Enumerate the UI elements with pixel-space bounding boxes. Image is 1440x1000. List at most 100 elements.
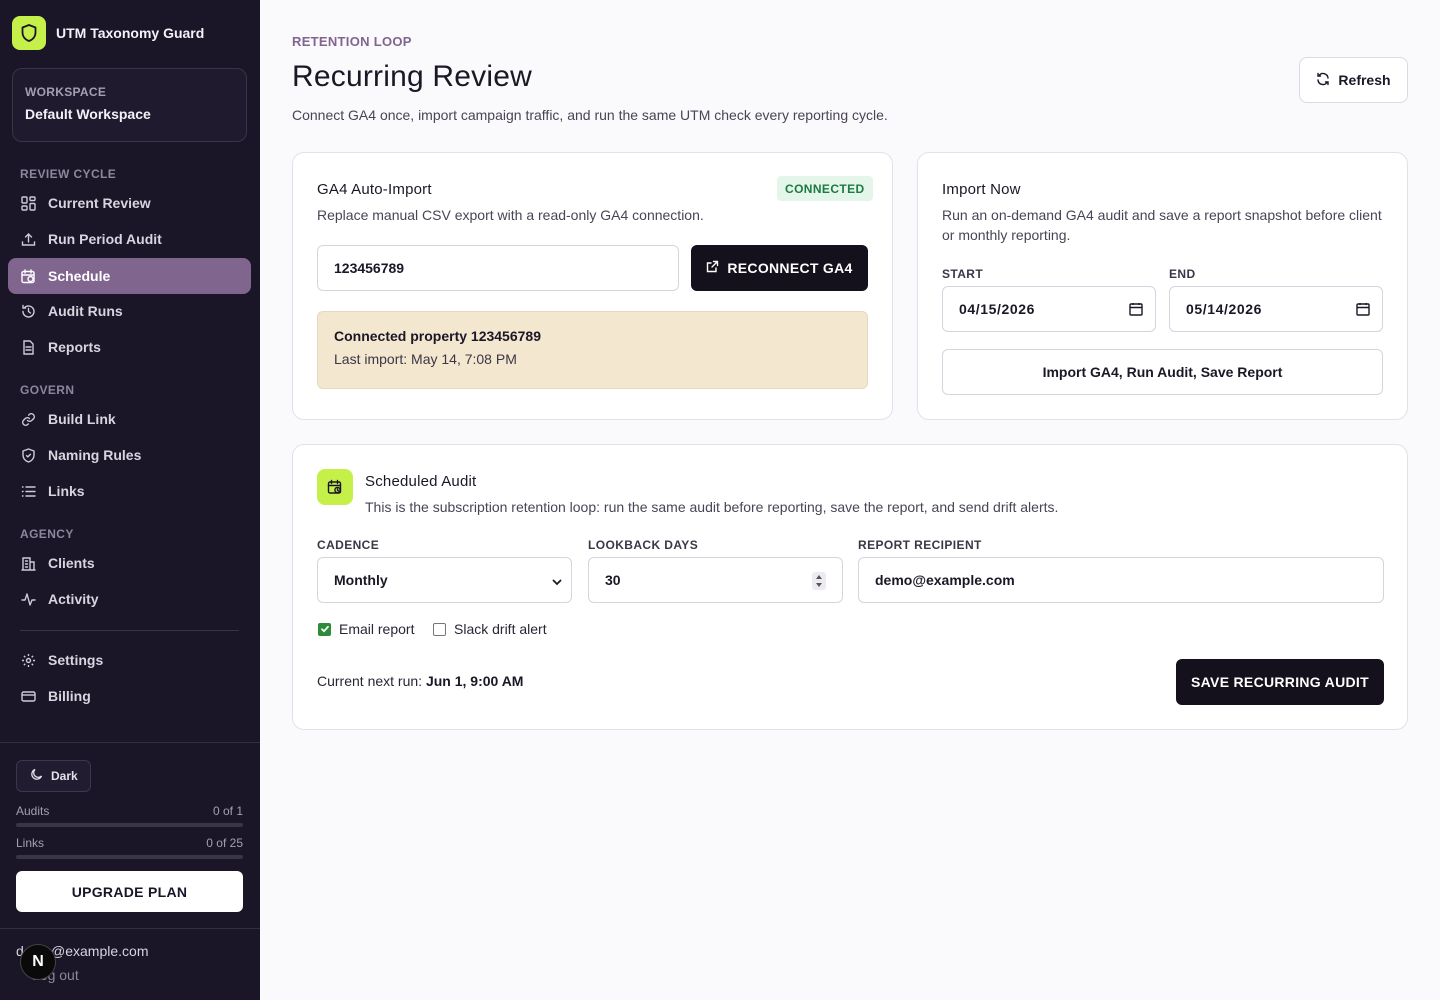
recipient-label: REPORT RECIPIENT bbox=[858, 538, 982, 552]
cadence-value: Monthly bbox=[334, 572, 388, 588]
sidebar-item-label: Settings bbox=[48, 652, 104, 668]
sidebar-item-schedule[interactable]: Schedule bbox=[8, 258, 251, 294]
workspace-switcher[interactable]: WORKSPACE Default Workspace bbox=[12, 68, 247, 142]
start-date-input[interactable]: 04/15/2026 bbox=[942, 286, 1156, 332]
upgrade-plan-button[interactable]: UPGRADE PLAN bbox=[16, 871, 243, 912]
building-icon bbox=[20, 555, 36, 571]
reconnect-ga4-button[interactable]: RECONNECT GA4 bbox=[691, 245, 868, 291]
sidebar-item-label: Billing bbox=[48, 688, 91, 704]
sidebar-item-label: Reports bbox=[48, 339, 101, 355]
gear-icon bbox=[20, 652, 36, 668]
page-subtitle: Connect GA4 once, import campaign traffi… bbox=[292, 107, 888, 123]
refresh-button[interactable]: Refresh bbox=[1299, 57, 1408, 103]
sidebar-item-settings[interactable]: Settings bbox=[8, 642, 251, 678]
lookback-value: 30 bbox=[605, 572, 621, 588]
end-date-input[interactable]: 05/14/2026 bbox=[1169, 286, 1383, 332]
sidebar-item-reports[interactable]: Reports bbox=[8, 329, 251, 365]
connection-info-box: Connected property 123456789 Last import… bbox=[317, 311, 868, 389]
end-date-label: END bbox=[1169, 267, 1196, 281]
sidebar-item-label: Clients bbox=[48, 555, 95, 571]
email-report-checkbox[interactable]: Email report bbox=[318, 621, 414, 637]
sidebar: UTM Taxonomy Guard WORKSPACE Default Wor… bbox=[0, 0, 260, 1000]
brand[interactable]: UTM Taxonomy Guard bbox=[12, 16, 204, 50]
nav-section-review-cycle: REVIEW CYCLE bbox=[20, 167, 117, 181]
sidebar-item-clients[interactable]: Clients bbox=[8, 545, 251, 581]
cadence-select[interactable]: Monthly bbox=[317, 557, 572, 603]
sidebar-item-label: Audit Runs bbox=[48, 303, 123, 319]
links-usage: Links 0 of 25 bbox=[16, 836, 243, 850]
slack-drift-alert-checkbox[interactable]: Slack drift alert bbox=[433, 621, 547, 637]
ga4-card-title: GA4 Auto-Import bbox=[317, 181, 432, 198]
audits-label: Audits bbox=[16, 804, 50, 818]
start-date-value: 04/15/2026 bbox=[959, 301, 1036, 317]
sidebar-item-billing[interactable]: Billing bbox=[8, 678, 251, 714]
scheduled-audit-title: Scheduled Audit bbox=[365, 473, 477, 490]
sidebar-item-label: Run Period Audit bbox=[48, 231, 162, 247]
sidebar-item-naming-rules[interactable]: Naming Rules bbox=[8, 437, 251, 473]
links-value: 0 of 25 bbox=[206, 836, 243, 850]
reconnect-label: RECONNECT GA4 bbox=[727, 260, 853, 276]
page-title: Recurring Review bbox=[292, 60, 532, 93]
number-stepper-icon[interactable] bbox=[812, 572, 826, 590]
next-run-value: Jun 1, 9:00 AM bbox=[425, 673, 524, 689]
links-progress-bar bbox=[16, 855, 243, 859]
external-link-icon bbox=[706, 260, 719, 276]
import-run-save-button[interactable]: Import GA4, Run Audit, Save Report bbox=[942, 349, 1383, 395]
import-now-title: Import Now bbox=[942, 181, 1021, 198]
checkbox-checked-icon bbox=[318, 622, 331, 636]
sidebar-item-audit-runs[interactable]: Audit Runs bbox=[8, 293, 251, 329]
activity-icon bbox=[20, 591, 36, 607]
calendar-icon bbox=[1129, 302, 1143, 316]
brand-name: UTM Taxonomy Guard bbox=[56, 25, 205, 41]
ga4-property-input[interactable]: 123456789 bbox=[317, 245, 679, 291]
theme-label: Dark bbox=[51, 769, 78, 783]
grid-icon bbox=[20, 195, 36, 211]
next-run-prefix: Current next run: bbox=[317, 673, 423, 689]
next-run-text: Current next run: Jun 1, 9:00 AM bbox=[317, 673, 523, 689]
sidebar-item-label: Build Link bbox=[48, 411, 116, 427]
start-date-label: START bbox=[942, 267, 984, 281]
ga4-auto-import-card: GA4 Auto-Import CONNECTED Replace manual… bbox=[292, 152, 893, 420]
refresh-icon bbox=[1316, 72, 1330, 89]
end-date-value: 05/14/2026 bbox=[1186, 301, 1263, 317]
sidebar-item-label: Schedule bbox=[48, 268, 111, 284]
email-report-label: Email report bbox=[339, 621, 415, 637]
audits-usage: Audits 0 of 1 bbox=[16, 804, 243, 818]
connected-property: Connected property 123456789 bbox=[334, 328, 541, 344]
sidebar-item-links[interactable]: Links bbox=[8, 473, 251, 509]
last-import: Last import: May 14, 7:08 PM bbox=[334, 351, 517, 367]
calendar-icon bbox=[1356, 302, 1370, 316]
links-label: Links bbox=[16, 836, 45, 850]
sidebar-item-build-link[interactable]: Build Link bbox=[8, 401, 251, 437]
scheduled-audit-card: Scheduled Audit This is the subscription… bbox=[292, 444, 1408, 730]
sidebar-item-label: Links bbox=[48, 483, 85, 499]
chevron-down-icon bbox=[551, 575, 563, 591]
shield-icon bbox=[20, 447, 36, 463]
list-icon bbox=[20, 483, 36, 499]
page-eyebrow: RETENTION LOOP bbox=[292, 34, 412, 49]
report-recipient-input[interactable]: demo@example.com bbox=[858, 557, 1384, 603]
history-icon bbox=[20, 303, 36, 319]
workspace-name: Default Workspace bbox=[25, 106, 151, 122]
save-recurring-audit-button[interactable]: SAVE RECURRING AUDIT bbox=[1176, 659, 1384, 705]
lookback-days-input[interactable]: 30 bbox=[588, 557, 843, 603]
lookback-label: LOOKBACK DAYS bbox=[588, 538, 699, 552]
sidebar-item-label: Naming Rules bbox=[48, 447, 142, 463]
import-now-description: Run an on-demand GA4 audit and save a re… bbox=[942, 207, 1382, 243]
ga4-card-description: Replace manual CSV export with a read-on… bbox=[317, 207, 704, 223]
checkbox-unchecked-icon bbox=[433, 622, 446, 636]
sidebar-item-label: Current Review bbox=[48, 195, 151, 211]
dev-tools-badge[interactable]: N bbox=[20, 944, 56, 980]
moon-icon bbox=[30, 768, 43, 784]
slack-drift-alert-label: Slack drift alert bbox=[454, 621, 547, 637]
calendar-clock-icon bbox=[20, 268, 36, 284]
sidebar-item-current-review[interactable]: Current Review bbox=[8, 185, 251, 221]
sidebar-item-run-period-audit[interactable]: Run Period Audit bbox=[8, 221, 251, 257]
sidebar-item-activity[interactable]: Activity bbox=[8, 581, 251, 617]
theme-toggle-button[interactable]: Dark bbox=[16, 760, 91, 792]
nav-divider bbox=[20, 630, 239, 631]
status-badge: CONNECTED bbox=[777, 176, 873, 201]
document-icon bbox=[20, 339, 36, 355]
workspace-label: WORKSPACE bbox=[25, 85, 107, 99]
import-now-card: Import Now Run an on-demand GA4 audit an… bbox=[917, 152, 1408, 420]
